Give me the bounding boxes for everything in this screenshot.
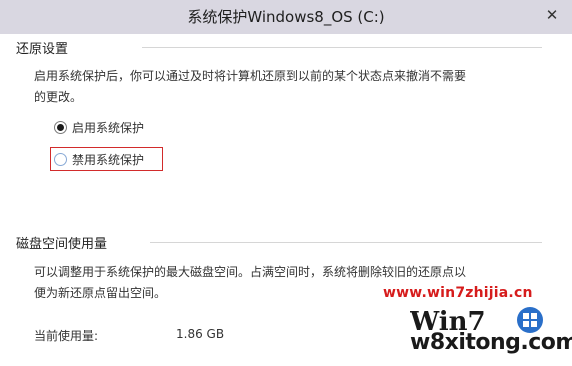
disable-protection-radio[interactable]: 禁用系统保护	[54, 148, 144, 170]
disk-description-line-2: 便为新还原点留出空间。	[34, 286, 167, 300]
restore-description-line-1: 启用系统保护后，你可以通过及时将计算机还原到以前的某个状态点来撤消不需要	[34, 69, 467, 83]
watermark-site: w8xitong.com	[410, 330, 572, 355]
current-usage-label: 当前使用量:	[34, 329, 99, 343]
restore-section-divider	[142, 47, 542, 48]
restore-settings-heading: 还原设置	[16, 41, 69, 57]
disk-description-line-1: 可以调整用于系统保护的最大磁盘空间。占满空间时，系统将删除较旧的还原点以	[34, 265, 467, 279]
restore-description-line-2: 的更改。	[34, 90, 83, 104]
disk-section-divider	[150, 242, 542, 243]
close-button[interactable]: ✕	[540, 4, 564, 26]
radio-unchecked-icon	[54, 152, 67, 166]
window-title: 系统保护Windows8_OS (C:)	[187, 8, 385, 26]
watermark-url: www.win7zhijia.cn	[383, 285, 533, 301]
enable-protection-label: 启用系统保护	[72, 120, 145, 135]
radio-checked-icon	[54, 120, 67, 134]
title-bar: 系统保护Windows8_OS (C:) ✕	[0, 0, 572, 34]
close-icon: ✕	[545, 6, 559, 24]
disk-usage-heading: 磁盘空间使用量	[16, 236, 108, 252]
enable-protection-radio[interactable]: 启用系统保护	[54, 116, 144, 138]
current-usage-value: 1.86 GB	[176, 327, 225, 341]
disable-protection-label: 禁用系统保护	[72, 152, 145, 167]
